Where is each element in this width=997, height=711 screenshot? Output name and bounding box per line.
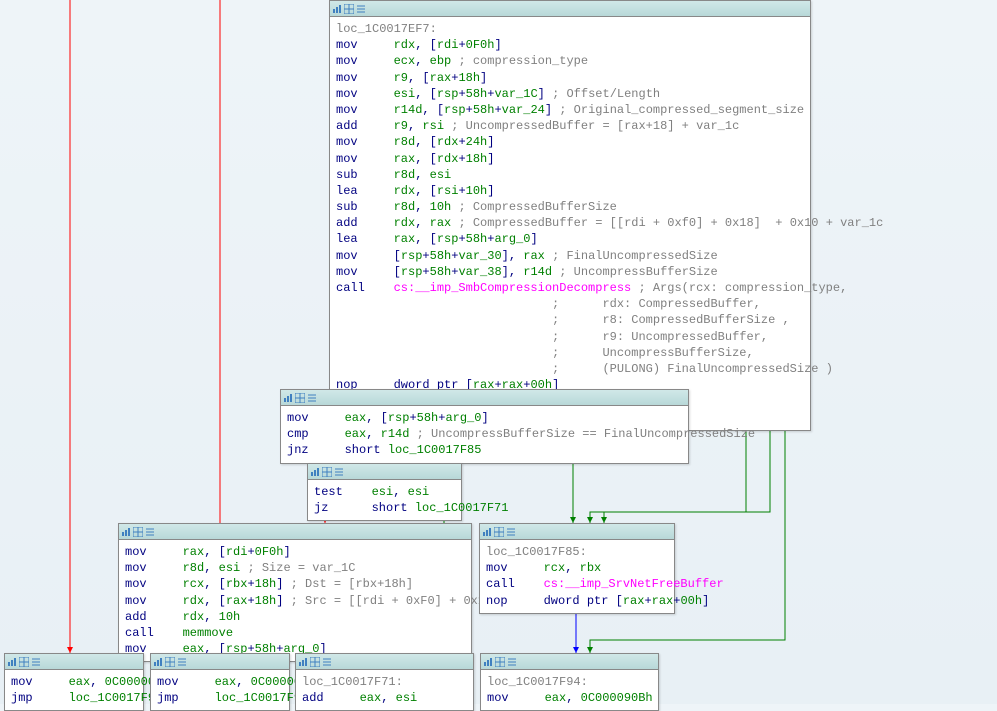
table-icon[interactable] — [310, 657, 320, 667]
asm-line: call memmove — [125, 625, 465, 641]
asm-line: sub r8d, 10h ; CompressedBufferSize — [336, 199, 804, 215]
chart-icon[interactable] — [483, 657, 493, 667]
graph-node-n1[interactable]: loc_1C0017EF7:mov rdx, [rdi+0F0h]mov ecx… — [329, 0, 811, 431]
graph-node-n5[interactable]: loc_1C0017F85:mov rcx, rbxcall cs:__imp_… — [479, 523, 675, 614]
table-icon[interactable] — [494, 527, 504, 537]
asm-line: mov rax, [rdi+0F0h] — [125, 544, 465, 560]
asm-line: mov r8d, [rdx+24h] — [336, 134, 804, 150]
asm-line: mov rcx, [rbx+18h] ; Dst = [rbx+18h] — [125, 576, 465, 592]
asm-line: mov rax, [rdx+18h] — [336, 151, 804, 167]
asm-line: mov esi, [rsp+58h+var_1C] ; Offset/Lengt… — [336, 86, 804, 102]
asm-line: ; r9: UncompressedBuffer, — [336, 329, 804, 345]
asm-line: mov rdx, [rax+18h] ; Src = [[rdi + 0xF0]… — [125, 593, 465, 609]
asm-line: ; r8: CompressedBufferSize , — [336, 312, 804, 328]
graph-node-n9[interactable]: loc_1C0017F94:mov eax, 0C000090Bh — [480, 653, 659, 711]
asm-line: mov rdx, [rdi+0F0h] — [336, 37, 804, 53]
chart-icon[interactable] — [121, 527, 131, 537]
node-titlebar[interactable] — [296, 654, 473, 670]
list-icon[interactable] — [356, 4, 366, 14]
list-icon[interactable] — [506, 527, 516, 537]
chart-icon[interactable] — [283, 393, 293, 403]
asm-line: mov rcx, rbx — [486, 560, 668, 576]
chart-icon[interactable] — [310, 467, 320, 477]
node-titlebar[interactable] — [308, 464, 461, 480]
asm-line: sub r8d, esi — [336, 167, 804, 183]
node-body: mov rax, [rdi+0F0h]mov r8d, esi ; Size =… — [119, 540, 471, 661]
asm-line: ; UncompressBufferSize, — [336, 345, 804, 361]
asm-line: loc_1C0017F94: — [487, 674, 652, 690]
node-titlebar[interactable] — [481, 654, 658, 670]
node-titlebar[interactable] — [480, 524, 674, 540]
table-icon[interactable] — [344, 4, 354, 14]
graph-node-n7[interactable]: mov eax, 0C000009Ahjmp loc_1C0017F99 — [150, 653, 290, 711]
asm-line: mov [rsp+58h+var_38], r14d ; UncompressB… — [336, 264, 804, 280]
asm-line: add rdx, rax ; CompressedBuffer = [[rdi … — [336, 215, 804, 231]
graph-node-n3[interactable]: test esi, esijz short loc_1C0017F71 — [307, 463, 462, 521]
list-icon[interactable] — [307, 393, 317, 403]
list-icon[interactable] — [322, 657, 332, 667]
asm-line: mov eax, 0C000009Ah — [157, 674, 283, 690]
asm-line: mov r8d, esi ; Size = var_1C — [125, 560, 465, 576]
node-titlebar[interactable] — [330, 1, 810, 17]
node-titlebar[interactable] — [5, 654, 143, 670]
chart-icon[interactable] — [482, 527, 492, 537]
asm-line: add r9, rsi ; UncompressedBuffer = [rax+… — [336, 118, 804, 134]
asm-line: jnz short loc_1C0017F85 — [287, 442, 682, 458]
asm-line: lea rax, [rsp+58h+arg_0] — [336, 231, 804, 247]
graph-node-n8[interactable]: loc_1C0017F71:add eax, esi — [295, 653, 474, 711]
asm-line: ; rdx: CompressedBuffer, — [336, 296, 804, 312]
node-body: mov eax, [rsp+58h+arg_0]cmp eax, r14d ; … — [281, 406, 688, 463]
table-icon[interactable] — [165, 657, 175, 667]
node-titlebar[interactable] — [281, 390, 688, 406]
table-icon[interactable] — [495, 657, 505, 667]
asm-line: mov [rsp+58h+var_30], rax ; FinalUncompr… — [336, 248, 804, 264]
chart-icon[interactable] — [332, 4, 342, 14]
table-icon[interactable] — [295, 393, 305, 403]
node-titlebar[interactable] — [151, 654, 289, 670]
table-icon[interactable] — [133, 527, 143, 537]
asm-line: loc_1C0017EF7: — [336, 21, 804, 37]
graph-node-n2[interactable]: mov eax, [rsp+58h+arg_0]cmp eax, r14d ; … — [280, 389, 689, 464]
asm-line: jz short loc_1C0017F71 — [314, 500, 455, 516]
asm-line: mov r14d, [rsp+58h+var_24] ; Original_co… — [336, 102, 804, 118]
node-body: mov eax, 0C00000BBhjmp loc_1C0017F99 — [5, 670, 143, 710]
asm-line: ; (PULONG) FinalUncompressedSize ) — [336, 361, 804, 377]
node-body: loc_1C0017F85:mov rcx, rbxcall cs:__imp_… — [480, 540, 674, 613]
asm-line: nop dword ptr [rax+rax+00h] — [486, 593, 668, 609]
list-icon[interactable] — [145, 527, 155, 537]
node-body: mov eax, 0C000009Ahjmp loc_1C0017F99 — [151, 670, 289, 710]
table-icon[interactable] — [19, 657, 29, 667]
list-icon[interactable] — [334, 467, 344, 477]
list-icon[interactable] — [177, 657, 187, 667]
list-icon[interactable] — [507, 657, 517, 667]
chart-icon[interactable] — [153, 657, 163, 667]
asm-line: call cs:__imp_SmbCompressionDecompress ;… — [336, 280, 804, 296]
chart-icon[interactable] — [298, 657, 308, 667]
asm-line: add rdx, 10h — [125, 609, 465, 625]
list-icon[interactable] — [31, 657, 41, 667]
table-icon[interactable] — [322, 467, 332, 477]
asm-line: cmp eax, r14d ; UncompressBufferSize == … — [287, 426, 682, 442]
node-body: loc_1C0017F71:add eax, esi — [296, 670, 473, 710]
asm-line: mov eax, [rsp+58h+arg_0] — [287, 410, 682, 426]
asm-line: test esi, esi — [314, 484, 455, 500]
asm-line: lea rdx, [rsi+10h] — [336, 183, 804, 199]
asm-line: loc_1C0017F85: — [486, 544, 668, 560]
graph-node-n6[interactable]: mov eax, 0C00000BBhjmp loc_1C0017F99 — [4, 653, 144, 711]
node-body: test esi, esijz short loc_1C0017F71 — [308, 480, 461, 520]
asm-line: mov eax, 0C00000BBh — [11, 674, 137, 690]
asm-line: call cs:__imp_SrvNetFreeBuffer — [486, 576, 668, 592]
node-body: loc_1C0017EF7:mov rdx, [rdi+0F0h]mov ecx… — [330, 17, 810, 430]
node-titlebar[interactable] — [119, 524, 471, 540]
asm-line: mov r9, [rax+18h] — [336, 70, 804, 86]
asm-line: mov ecx, ebp ; compression_type — [336, 53, 804, 69]
asm-line: loc_1C0017F71: — [302, 674, 467, 690]
chart-icon[interactable] — [7, 657, 17, 667]
graph-node-n4[interactable]: mov rax, [rdi+0F0h]mov r8d, esi ; Size =… — [118, 523, 472, 662]
node-body: loc_1C0017F94:mov eax, 0C000090Bh — [481, 670, 658, 710]
